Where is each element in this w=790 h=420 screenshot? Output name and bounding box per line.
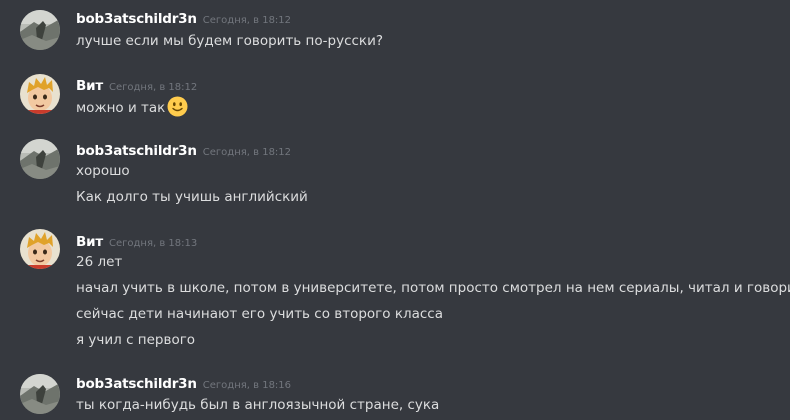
timestamp: Сегодня, в 18:12 — [108, 82, 198, 93]
message-text: ты когда-нибудь был в англоязычной стран… — [76, 397, 440, 413]
landscape-avatar-icon[interactable] — [20, 10, 60, 50]
message-text: лучше если мы будем говорить по-русски? — [76, 33, 384, 49]
timestamp: Сегодня, в 18:12 — [202, 15, 292, 26]
slightly-smiling-face-icon — [167, 96, 188, 117]
timestamp: Сегодня, в 18:13 — [108, 238, 198, 249]
timestamp: Сегодня, в 18:12 — [202, 147, 292, 158]
username[interactable]: Вит — [76, 78, 103, 94]
landscape-avatar-icon[interactable] — [20, 374, 60, 414]
message-text-content: можно и так — [76, 100, 166, 116]
username[interactable]: bob3atschildr3n — [76, 143, 197, 159]
chat-message-list: bob3atschildr3n Сегодня, в 18:12 лучше ес… — [0, 0, 790, 420]
message-text: сейчас дети начинают его учить со второг… — [76, 306, 443, 322]
message-text: хорошо — [76, 163, 130, 179]
timestamp: Сегодня, в 18:16 — [202, 380, 292, 391]
message-text: можно и так — [76, 96, 188, 118]
username[interactable]: bob3atschildr3n — [76, 11, 197, 27]
cartoon-boy-avatar-icon[interactable] — [20, 229, 60, 269]
message-text: 26 лет — [76, 254, 123, 270]
cartoon-boy-avatar-icon[interactable] — [20, 74, 60, 114]
landscape-avatar-icon[interactable] — [20, 139, 60, 179]
message-text: начал учить в школе, потом в университет… — [76, 280, 790, 296]
username[interactable]: bob3atschildr3n — [76, 376, 197, 392]
username[interactable]: Вит — [76, 234, 103, 250]
message-text: я учил с первого — [76, 332, 196, 348]
message-text: Как долго ты учишь английский — [76, 189, 308, 205]
